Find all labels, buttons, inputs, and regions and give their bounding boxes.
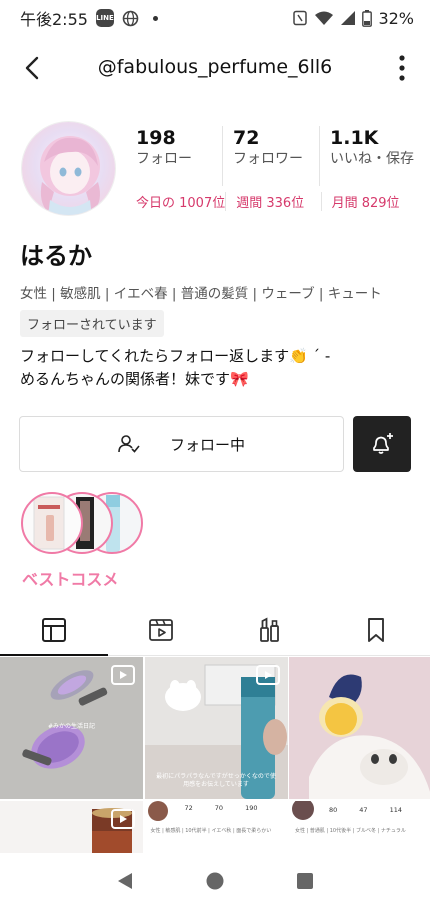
video-badge-icon: [111, 665, 135, 685]
more-options-button[interactable]: [388, 50, 416, 86]
video-icon: [149, 618, 174, 641]
post-thumbnail-3[interactable]: [289, 657, 430, 799]
ranking-row: 今日の 1007位 週間 336位 月間 829位: [126, 192, 416, 211]
following-count: 198: [136, 127, 176, 149]
bookmark-icon: [368, 617, 385, 642]
system-nav-bar: [0, 853, 430, 908]
following-label: フォロー: [136, 151, 192, 167]
wifi-icon: [314, 10, 334, 26]
following-button[interactable]: フォロー中: [19, 416, 344, 472]
page-title: @fabulous_perfume_6ll6: [97, 56, 333, 78]
post-thumbnail-2[interactable]: 最初にパラパラなんですがせっかくなので使用感をお伝えしています: [144, 657, 288, 799]
status-bar: 午後2:55 LINE 32%: [0, 0, 430, 36]
post5-stat-1: 72: [184, 804, 193, 812]
best-cosme-thumbnail[interactable]: [20, 491, 144, 555]
nfc-icon: [292, 10, 308, 26]
video-badge-icon: [111, 809, 135, 829]
follows-you-badge: フォローされています: [20, 310, 164, 337]
profile-bio: フォローしてくれたらフォロー返します👏 ´ - めるんちゃんの関係者！妹です🎀: [20, 345, 330, 391]
system-recents-button[interactable]: [285, 861, 325, 901]
rank-today[interactable]: 今日の 1007位: [126, 192, 227, 211]
post-caption-2: 最初にパラパラなんですがせっかくなので使用感をお伝えしています: [156, 773, 276, 788]
post5-stat-2: 70: [214, 804, 224, 812]
post-grid: #みかの生活日記 最初にパラパラなんですがせっかくなので使用感をお伝えしています: [0, 657, 430, 853]
globe-icon: [122, 10, 139, 27]
profile-stats: 198 フォロー 72 フォロワー 1.1K いいね・保存: [126, 126, 416, 186]
following-stat[interactable]: 198 フォロー: [126, 126, 223, 186]
likes-count: 1.1K: [330, 127, 379, 149]
post5-tags: 女性 | 敏感肌 | 10代前半 | イエベ秋 | 面長で柔らかい: [150, 828, 272, 834]
user-check-icon: [118, 435, 140, 453]
followers-stat[interactable]: 72 フォロワー: [223, 126, 320, 186]
following-button-label: フォロー中: [169, 435, 245, 454]
likes-stat[interactable]: 1.1K いいね・保存: [320, 126, 416, 186]
cosmetics-icon: [259, 617, 279, 642]
bio-line-1: フォローしてくれたらフォロー返します👏 ´ -: [20, 347, 331, 365]
post6-stat-1: 80: [329, 806, 338, 814]
grid-icon: [41, 617, 66, 642]
bio-line-2: めるんちゃんの関係者！妹です🎀: [20, 370, 249, 388]
rank-monthly[interactable]: 月間 829位: [322, 192, 416, 211]
post-thumbnail-4[interactable]: [0, 801, 143, 853]
system-home-button[interactable]: [195, 861, 235, 901]
likes-label: いいね・保存: [330, 151, 414, 167]
avatar[interactable]: [21, 121, 116, 216]
line-icon: LINE: [95, 9, 114, 27]
circle-home-icon: [206, 872, 224, 889]
tab-saved[interactable]: [323, 604, 430, 655]
system-back-button[interactable]: [105, 861, 145, 901]
post6-stat-2: 47: [359, 806, 368, 814]
more-vertical-icon: [399, 55, 405, 81]
tab-videos[interactable]: [108, 604, 216, 655]
followers-label: フォロワー: [233, 151, 303, 167]
status-time: 午後2:55: [20, 10, 88, 29]
profile-tags: 女性 | 敏感肌 | イエベ春 | 普通の髪質 | ウェーブ | キュート: [20, 286, 382, 302]
tab-cosmetics[interactable]: [215, 604, 323, 655]
followers-count: 72: [233, 127, 260, 149]
tab-posts[interactable]: [0, 604, 108, 656]
notification-dot-icon: [152, 15, 158, 21]
post-thumbnail-6[interactable]: 80 47 114 女性 | 普通肌 | 10代後半 | ブルベ冬 | ナチュラ…: [289, 801, 430, 853]
signal-icon: [340, 10, 356, 26]
square-recents-icon: [297, 872, 313, 889]
post5-stat-3: 190: [245, 804, 258, 812]
best-cosme-label[interactable]: ベストコスメ: [22, 566, 118, 590]
top-nav: @fabulous_perfume_6ll6: [0, 44, 430, 92]
display-name: はるか: [20, 242, 92, 270]
post6-tags: 女性 | 普通肌 | 10代後半 | ブルベ冬 | ナチュラル: [295, 828, 406, 834]
notify-button[interactable]: [353, 416, 411, 472]
bell-plus-icon: [373, 433, 393, 454]
rank-weekly[interactable]: 週間 336位: [226, 192, 322, 211]
profile-tabs: [0, 604, 430, 656]
post-thumbnail-5[interactable]: 72 70 190 女性 | 敏感肌 | 10代前半 | イエベ秋 | 面長で柔…: [144, 801, 288, 853]
triangle-back-icon: [118, 872, 132, 889]
battery-icon: [362, 9, 373, 27]
post-thumbnail-1[interactable]: #みかの生活日記: [0, 657, 143, 799]
video-badge-icon: [255, 665, 280, 685]
post6-stat-3: 114: [389, 806, 402, 814]
battery-percent: 32%: [378, 8, 414, 28]
post-caption-1: #みかの生活日記: [47, 723, 96, 730]
